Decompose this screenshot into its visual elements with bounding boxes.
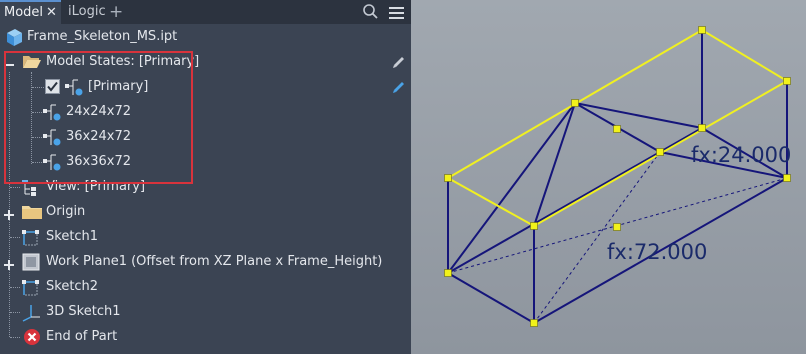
graphics-viewport[interactable]: fx:24.000 fx:72.000	[411, 0, 806, 354]
vertex-point[interactable]	[530, 222, 538, 230]
tab-ilogic[interactable]: iLogic	[68, 0, 106, 24]
model-browser-panel: Model ✕ iLogic + Frame_Skeleton_MS.ipt M…	[0, 0, 411, 354]
center-point[interactable]	[613, 125, 621, 133]
folder-open-icon	[22, 53, 42, 74]
tree-connector-line	[32, 87, 44, 88]
model-state-item[interactable]: 36x24x72	[0, 125, 411, 149]
sketch-icon	[21, 228, 41, 252]
model-state-icon	[42, 103, 62, 127]
vertex-point[interactable]	[444, 269, 452, 277]
model-state-label: 36x36x72	[66, 154, 132, 169]
file-name-label: Frame_Skeleton_MS.ipt	[27, 29, 178, 44]
vertex-point[interactable]	[698, 124, 706, 132]
model-state-item[interactable]: 36x36x72	[0, 150, 411, 174]
edit-pencil-active-icon[interactable]	[392, 79, 406, 98]
menu-icon[interactable]	[389, 5, 404, 24]
vertex-point[interactable]	[656, 148, 664, 156]
end-of-part-label: End of Part	[46, 329, 118, 344]
sketch1-label: Sketch1	[46, 229, 99, 244]
collapse-icon[interactable]	[4, 55, 14, 66]
dimension-text-bottom[interactable]: fx:72.000	[607, 240, 707, 264]
vertex-point[interactable]	[698, 26, 706, 34]
model-state-icon	[42, 153, 62, 177]
model-state-icon	[42, 128, 62, 152]
vertex-point[interactable]	[783, 77, 791, 85]
tree-connector-line	[32, 162, 42, 163]
expand-icon[interactable]	[4, 205, 14, 220]
sketch3d-label: 3D Sketch1	[46, 304, 121, 319]
browser-tab-bar: Model ✕ iLogic +	[0, 0, 411, 24]
tree-row-sketch2[interactable]: Sketch2	[0, 275, 411, 299]
tab-model-label: Model	[4, 5, 44, 20]
tab-model[interactable]: Model ✕	[0, 0, 61, 24]
tree-row-model-states[interactable]: Model States: [Primary]	[0, 50, 411, 74]
dimension-text-top[interactable]: fx:24.000	[691, 143, 791, 167]
sketch-icon	[21, 278, 41, 302]
edit-pencil-icon[interactable]	[392, 54, 406, 73]
tree-connector-line	[10, 287, 20, 288]
tree-row-sketch1[interactable]: Sketch1	[0, 225, 411, 249]
tree-row-workplane[interactable]: Work Plane1 (Offset from XZ Plane x Fram…	[0, 250, 411, 274]
tree-connector-line	[32, 112, 42, 113]
model-state-label: 24x24x72	[66, 104, 132, 119]
model-state-item[interactable]: [Primary]	[0, 75, 411, 99]
origin-label: Origin	[46, 204, 86, 219]
tree-connector-line	[32, 137, 42, 138]
model-edge	[574, 102, 703, 129]
expand-icon[interactable]	[4, 255, 14, 270]
folder-icon	[21, 203, 43, 225]
workplane-label: Work Plane1 (Offset from XZ Plane x Fram…	[46, 254, 383, 269]
end-of-part-icon	[23, 328, 41, 350]
tree-row-view[interactable]: View: [Primary]	[0, 175, 411, 199]
search-icon[interactable]	[362, 3, 379, 24]
model-state-label: [Primary]	[88, 79, 149, 94]
vertex-point[interactable]	[783, 174, 791, 182]
model-state-item[interactable]: 24x24x72	[0, 100, 411, 124]
center-point[interactable]	[613, 223, 621, 231]
vertex-point[interactable]	[530, 319, 538, 327]
view-label: View: [Primary]	[46, 179, 146, 194]
vertex-point[interactable]	[571, 99, 579, 107]
model-edge	[533, 102, 576, 227]
model-edge	[447, 272, 535, 324]
add-tab-icon[interactable]: +	[109, 0, 123, 24]
tree-row-end-of-part[interactable]: End of Part	[0, 325, 411, 349]
tree-connector-line	[10, 237, 20, 238]
frame-wireframe: fx:24.000 fx:72.000	[444, 26, 791, 327]
model-states-label: Model States: [Primary]	[46, 54, 200, 69]
tree-row-3d-sketch[interactable]: 3D Sketch1	[0, 300, 411, 324]
close-icon[interactable]: ✕	[46, 2, 57, 24]
part-file-icon	[4, 27, 24, 51]
checkbox-checked-icon[interactable]	[45, 79, 60, 98]
view-rep-icon	[21, 178, 41, 202]
tree-row-file[interactable]: Frame_Skeleton_MS.ipt	[0, 25, 411, 49]
vertex-point[interactable]	[444, 174, 452, 182]
hidden-edge	[533, 151, 661, 324]
work-plane-icon	[21, 252, 41, 276]
tree-connector-line	[10, 187, 20, 188]
tree-row-origin[interactable]: Origin	[0, 200, 411, 224]
tree-connector-line	[10, 312, 20, 313]
sketch2-label: Sketch2	[46, 279, 99, 294]
model-state-label: 36x24x72	[66, 129, 132, 144]
tree-connector-line	[10, 337, 20, 338]
sketch-3d-icon	[21, 303, 41, 327]
model-state-icon	[64, 78, 84, 102]
